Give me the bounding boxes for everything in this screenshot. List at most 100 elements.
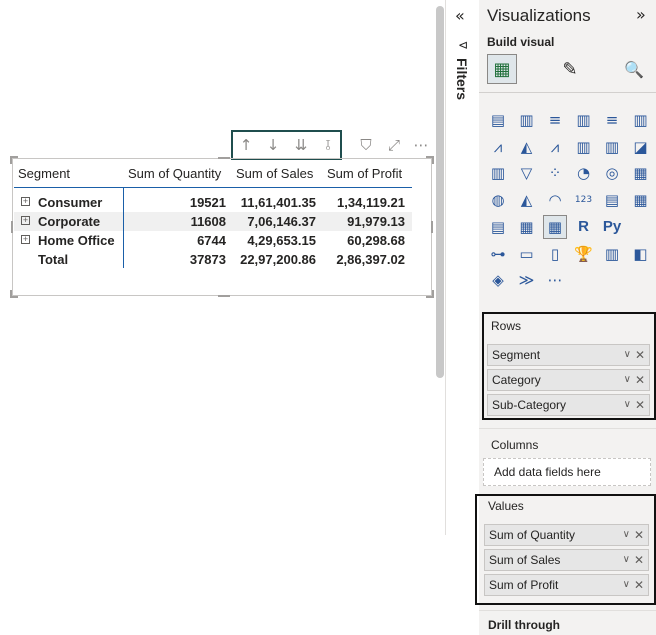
close-icon[interactable]: ✕ (634, 550, 644, 570)
rows-field-sub-category[interactable]: Sub-Category ∨ ✕ (487, 394, 650, 416)
line-chart-icon[interactable]: ⩘ (487, 136, 509, 158)
donut-chart-icon[interactable]: ◎ (601, 162, 623, 184)
chevron-down-icon[interactable]: ∨ (623, 525, 630, 545)
filters-label: Filters (454, 58, 470, 101)
table-icon[interactable]: ▦ (516, 216, 538, 238)
clustered-bar-icon[interactable]: ≡ (544, 109, 566, 131)
paint-brush-icon: ✎ (562, 58, 578, 80)
collapse-filters-icon[interactable]: « (455, 6, 465, 25)
resize-handle[interactable] (431, 221, 433, 233)
canvas-scrollbar[interactable] (436, 6, 444, 378)
row-profit: 91,979.13 (347, 214, 405, 229)
values-field-profit[interactable]: Sum of Profit ∨ ✕ (484, 574, 649, 596)
gauge-icon[interactable]: ◠ (544, 189, 566, 211)
goals-icon[interactable]: 🏆 (573, 243, 595, 265)
100-stacked-bar-icon[interactable]: ≡ (601, 109, 623, 131)
expand-hierarchy-icon[interactable]: ⫱ (317, 134, 339, 156)
filters-pane-toggle[interactable]: Filters (454, 40, 472, 110)
paginated-report-icon[interactable]: ▥ (601, 243, 623, 265)
waterfall-icon[interactable]: ▥ (487, 162, 509, 184)
close-icon[interactable]: ✕ (635, 345, 645, 365)
more-options-icon[interactable]: ⋯ (410, 134, 432, 156)
well-separator (479, 610, 656, 611)
rows-field-segment[interactable]: Segment ∨ ✕ (487, 344, 650, 366)
slicer-icon[interactable]: ▤ (487, 216, 509, 238)
chevron-down-icon[interactable]: ∨ (624, 345, 631, 365)
drill-up-icon[interactable]: ↑ (235, 134, 257, 156)
python-visual-icon[interactable]: Py (601, 216, 623, 238)
qa-icon[interactable]: ▭ (516, 243, 538, 265)
multi-row-card-icon[interactable]: ▤ (601, 189, 623, 211)
resize-handle[interactable] (218, 157, 230, 159)
resize-handle[interactable] (218, 295, 230, 297)
pane-separator (479, 92, 656, 93)
pie-chart-icon[interactable]: ◔ (573, 162, 595, 184)
stacked-area-icon[interactable]: ⩘ (544, 136, 566, 158)
drill-down-icon[interactable]: ↓ (262, 134, 284, 156)
resize-handle[interactable] (432, 290, 434, 298)
row-quantity: 19521 (189, 195, 226, 210)
100-stacked-column-icon[interactable]: ▥ (630, 109, 652, 131)
column-header-sales[interactable]: Sum of Sales (236, 164, 313, 183)
card-icon[interactable]: 123 (573, 189, 595, 211)
power-automate-icon[interactable]: ◈ (487, 269, 509, 291)
row-sales: 4,29,653.15 (247, 233, 316, 248)
row-segment: Home Office (38, 233, 115, 248)
power-apps-icon[interactable]: ◧ (630, 243, 652, 265)
expand-row-icon[interactable]: + (21, 216, 30, 225)
rows-field-category[interactable]: Category ∨ ✕ (487, 369, 650, 391)
kpi-icon[interactable]: ▦ (630, 189, 652, 211)
resize-handle[interactable] (11, 221, 13, 233)
line-column-icon[interactable]: ▥ (573, 136, 595, 158)
column-header-quantity[interactable]: Sum of Quantity (128, 164, 221, 183)
stacked-column-icon[interactable]: ▥ (516, 109, 538, 131)
row-profit: 1,34,119.21 (337, 195, 405, 210)
close-icon[interactable]: ✕ (634, 525, 644, 545)
resize-handle[interactable] (432, 156, 434, 164)
row-quantity: 11608 (190, 214, 226, 229)
focus-mode-icon[interactable]: ⤢ (383, 134, 405, 156)
arrow-chevron-icon[interactable]: ≫ (516, 269, 538, 291)
matrix-icon[interactable]: ▦ (543, 214, 567, 239)
chevron-down-icon[interactable]: ∨ (624, 395, 631, 415)
decomposition-tree-icon[interactable]: ⊶ (487, 243, 509, 265)
report-canvas[interactable] (0, 0, 436, 635)
go-to-next-level-icon[interactable]: ⇊ (290, 134, 312, 156)
chevron-down-icon[interactable]: ∨ (623, 575, 630, 595)
scatter-icon[interactable]: ⁘ (544, 162, 566, 184)
resize-handle[interactable] (10, 290, 12, 298)
chevron-down-icon[interactable]: ∨ (623, 550, 630, 570)
format-visual-tab[interactable]: ✎ (555, 54, 585, 84)
stacked-bar-icon[interactable]: ▤ (487, 109, 509, 131)
ribbon-chart-icon[interactable]: ◪ (630, 136, 652, 158)
values-field-quantity[interactable]: Sum of Quantity ∨ ✕ (484, 524, 649, 546)
resize-handle[interactable] (10, 156, 12, 164)
close-icon[interactable]: ✕ (634, 575, 644, 595)
column-header-profit[interactable]: Sum of Profit (327, 164, 402, 183)
area-chart-icon[interactable]: ◭ (516, 136, 538, 158)
well-separator (479, 428, 656, 429)
smart-narrative-icon[interactable]: ▯ (544, 243, 566, 265)
build-visual-tab[interactable]: ▦ (487, 54, 517, 84)
funnel-icon[interactable]: ▽ (516, 162, 538, 184)
close-icon[interactable]: ✕ (635, 395, 645, 415)
expand-row-icon[interactable]: + (21, 235, 30, 244)
map-icon[interactable]: ◍ (487, 189, 509, 211)
filter-icon[interactable]: ⛉ (355, 134, 377, 156)
expand-row-icon[interactable]: + (21, 197, 30, 206)
expand-pane-icon[interactable]: » (636, 5, 646, 24)
r-visual-icon[interactable]: R (573, 216, 595, 238)
close-icon[interactable]: ✕ (635, 370, 645, 390)
column-header-segment[interactable]: Segment (18, 164, 70, 183)
treemap-icon[interactable]: ▦ (630, 162, 652, 184)
values-field-sales[interactable]: Sum of Sales ∨ ✕ (484, 549, 649, 571)
analytics-tab[interactable]: 🔍 (619, 54, 649, 84)
matrix-grid-icon: ▦ (493, 58, 511, 80)
columns-drop-zone[interactable]: Add data fields here (483, 458, 651, 486)
more-visuals-icon[interactable]: ⋯ (544, 269, 566, 291)
filled-map-icon[interactable]: ◭ (516, 189, 538, 211)
line-clustered-column-icon[interactable]: ▥ (601, 136, 623, 158)
chevron-down-icon[interactable]: ∨ (624, 370, 631, 390)
clustered-column-icon[interactable]: ▥ (573, 109, 595, 131)
total-profit: 2,86,397.02 (336, 252, 405, 267)
